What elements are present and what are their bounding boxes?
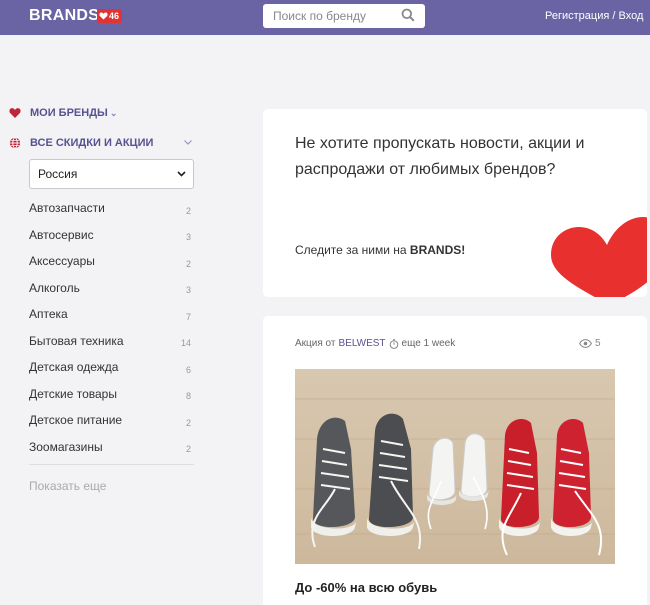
promo-follow-prefix: Следите за ними на — [295, 243, 410, 257]
deal-time: еще 1 week — [401, 338, 456, 349]
category-label: Зоомагазины — [29, 439, 103, 454]
globe-icon — [9, 137, 21, 149]
my-brands-label: МОИ БРЕНДЫ — [30, 107, 108, 119]
category-count: 7 — [185, 311, 191, 322]
category-item[interactable]: Аптека 7 — [29, 301, 194, 328]
deal-brand-link[interactable]: BELWEST — [338, 338, 385, 349]
auth-links: Регистрация / Вход — [545, 10, 643, 22]
promo-follow-text: Следите за ними на BRANDS! — [295, 243, 465, 257]
category-label: Детские товары — [29, 386, 117, 401]
category-item[interactable]: Аксессуары 2 — [29, 248, 194, 275]
all-deals-label: ВСЕ СКИДКИ И АКЦИИ — [30, 137, 154, 149]
stopwatch-icon — [389, 338, 398, 349]
search-icon[interactable] — [401, 8, 415, 22]
category-count: 3 — [185, 232, 191, 243]
category-label: Детская одежда — [29, 360, 119, 375]
badge-count: 46 — [109, 11, 120, 21]
category-list: Автозапчасти 2 Автосервис 3 Аксессуары 2 Алког… — [29, 195, 194, 460]
category-label: Автосервис — [29, 227, 94, 242]
favorites-badge[interactable]: 46 — [97, 9, 123, 23]
show-more-link[interactable]: Показать еще — [29, 479, 106, 493]
top-bar: BRANDS 46 Регистрация / Вход — [0, 0, 650, 35]
category-item[interactable]: Автосервис 3 — [29, 222, 194, 249]
category-label: Бытовая техника — [29, 333, 124, 348]
category-item[interactable]: Детское питание 2 — [29, 407, 194, 434]
category-item[interactable]: Автозапчасти 2 — [29, 195, 194, 222]
search-box — [263, 4, 425, 28]
promo-follow-brand[interactable]: BRANDS! — [410, 243, 465, 257]
category-item[interactable]: Бытовая техника 14 — [29, 328, 194, 355]
login-link[interactable]: Вход — [618, 10, 643, 22]
shoes-photo[interactable] — [295, 369, 615, 564]
chevron-down-icon: ⌄ — [109, 107, 118, 118]
category-item[interactable]: Алкоголь 3 — [29, 275, 194, 302]
heart-icon — [9, 108, 21, 118]
category-label: Аптека — [29, 307, 68, 322]
category-count: 14 — [180, 338, 191, 349]
category-item[interactable]: Детские товары 8 — [29, 381, 194, 408]
heart-illustration-icon — [551, 217, 647, 297]
view-count: 5 — [579, 338, 601, 349]
register-link[interactable]: Регистрация — [545, 10, 609, 22]
chevron-down-icon[interactable] — [183, 137, 193, 147]
logo[interactable]: BRANDS — [29, 7, 99, 25]
category-label: Аксессуары — [29, 254, 95, 269]
divider — [29, 464, 194, 465]
my-brands-link[interactable]: МОИ БРЕНДЫ ⌄ — [9, 107, 117, 119]
all-deals-link[interactable]: ВСЕ СКИДКИ И АКЦИИ — [9, 137, 153, 149]
category-label: Автозапчасти — [29, 201, 105, 216]
category-count: 2 — [185, 444, 191, 455]
eye-icon — [579, 339, 592, 348]
category-label: Детское питание — [29, 413, 123, 428]
search-input[interactable] — [263, 4, 393, 28]
deal-meta: Акция от BELWEST еще 1 week — [295, 338, 455, 349]
chevron-down-icon — [177, 171, 186, 177]
category-item[interactable]: Зоомагазины 2 — [29, 434, 194, 461]
subscribe-promo-card: Не хотите пропускать новости, акции и ра… — [263, 109, 647, 297]
category-label: Алкоголь — [29, 280, 80, 295]
category-item[interactable]: Детская одежда 6 — [29, 354, 194, 381]
deal-title[interactable]: До -60% на всю обувь — [295, 580, 437, 595]
category-count: 2 — [185, 417, 191, 428]
category-count: 8 — [185, 391, 191, 402]
region-select[interactable]: Россия — [29, 159, 194, 189]
region-value: Россия — [38, 167, 78, 181]
category-count: 2 — [185, 258, 191, 269]
category-count: 3 — [185, 285, 191, 296]
category-count: 6 — [185, 364, 191, 375]
deal-card[interactable]: Акция от BELWEST еще 1 week 5 До -60% на… — [263, 316, 647, 605]
deal-prefix: Акция от — [295, 338, 336, 349]
promo-text: Не хотите пропускать новости, акции и ра… — [295, 135, 585, 178]
heart-icon — [99, 12, 108, 20]
category-count: 2 — [185, 205, 191, 216]
view-count-value: 5 — [595, 338, 601, 349]
